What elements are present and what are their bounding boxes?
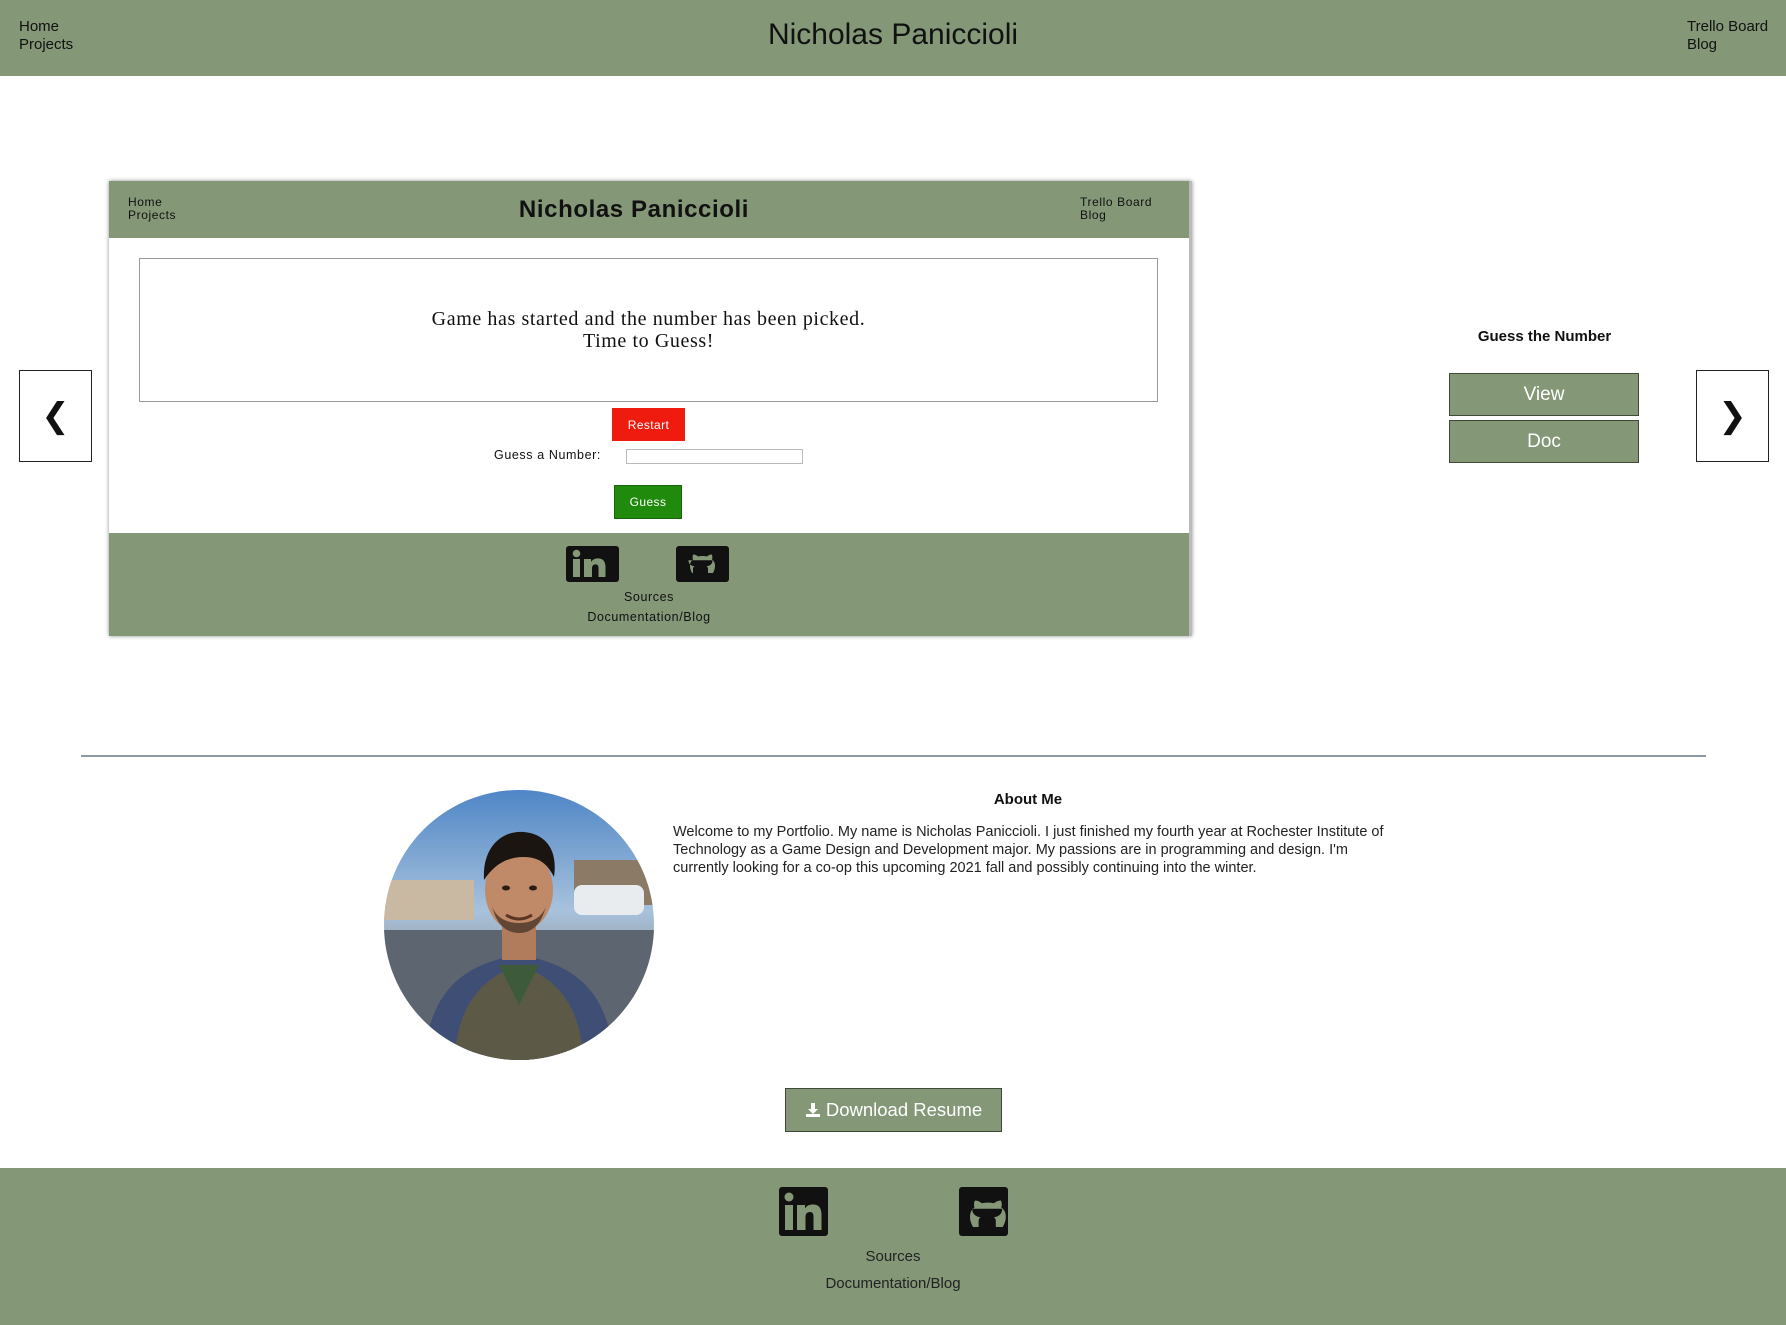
carousel-next-button[interactable]: ❯: [1696, 370, 1769, 462]
footer-docs-link[interactable]: Documentation/Blog: [0, 1275, 1786, 1292]
footer-sources-link[interactable]: Sources: [0, 1248, 1786, 1265]
linkedin-icon: [566, 546, 619, 582]
view-button[interactable]: View: [1449, 373, 1639, 416]
section-divider: [81, 755, 1706, 757]
page: Home Projects Nicholas Paniccioli Trello…: [0, 0, 1786, 1325]
screenshot-message-line1: Game has started and the number has been…: [431, 308, 866, 330]
screenshot-guess-label: Guess a Number:: [494, 448, 601, 462]
linkedin-icon[interactable]: [779, 1187, 828, 1236]
site-title: Nicholas Paniccioli: [767, 18, 1019, 51]
project-title: Guess the Number: [1477, 328, 1612, 345]
nav-right: Trello Board Blog: [1687, 18, 1768, 54]
about-text: Welcome to my Portfolio. My name is Nich…: [673, 824, 1384, 876]
site-header: Home Projects Nicholas Paniccioli Trello…: [0, 0, 1786, 76]
download-icon: [805, 1103, 820, 1117]
screenshot-footer-sources: Sources: [623, 590, 675, 604]
carousel-prev-button[interactable]: ❮: [19, 370, 92, 462]
avatar: [384, 790, 654, 1060]
screenshot-header: Home Projects Nicholas Paniccioli Trello…: [109, 181, 1189, 238]
project-screenshot: Home Projects Nicholas Paniccioli Trello…: [109, 181, 1192, 636]
site-footer: Sources Documentation/Blog: [0, 1168, 1786, 1325]
about-title: About Me: [993, 791, 1063, 808]
screenshot-message-box: Game has started and the number has been…: [139, 258, 1158, 402]
chevron-right-icon: ❯: [1718, 397, 1747, 435]
screenshot-guess-input: [626, 449, 803, 464]
nav-blog-link[interactable]: Blog: [1687, 36, 1768, 54]
download-resume-label: Download Resume: [825, 1099, 983, 1120]
doc-button[interactable]: Doc: [1449, 420, 1639, 463]
screenshot-message-line2: Time to Guess!: [582, 330, 714, 352]
screenshot-restart-button: Restart: [612, 408, 685, 441]
github-icon[interactable]: [959, 1187, 1008, 1236]
screenshot-title: Nicholas Paniccioli: [518, 196, 750, 223]
nav-trello-link[interactable]: Trello Board: [1687, 18, 1768, 36]
screenshot-nav-blog: Blog: [1080, 208, 1107, 222]
chevron-left-icon: ❮: [41, 397, 70, 435]
screenshot-nav-right: Trello Board Blog: [1080, 196, 1152, 222]
screenshot-footer: Sources Documentation/Blog: [109, 533, 1189, 636]
screenshot-guess-button: Guess: [614, 485, 682, 519]
download-resume-button[interactable]: Download Resume: [785, 1088, 1002, 1132]
github-icon: [676, 546, 729, 582]
screenshot-footer-docs: Documentation/Blog: [587, 610, 711, 624]
